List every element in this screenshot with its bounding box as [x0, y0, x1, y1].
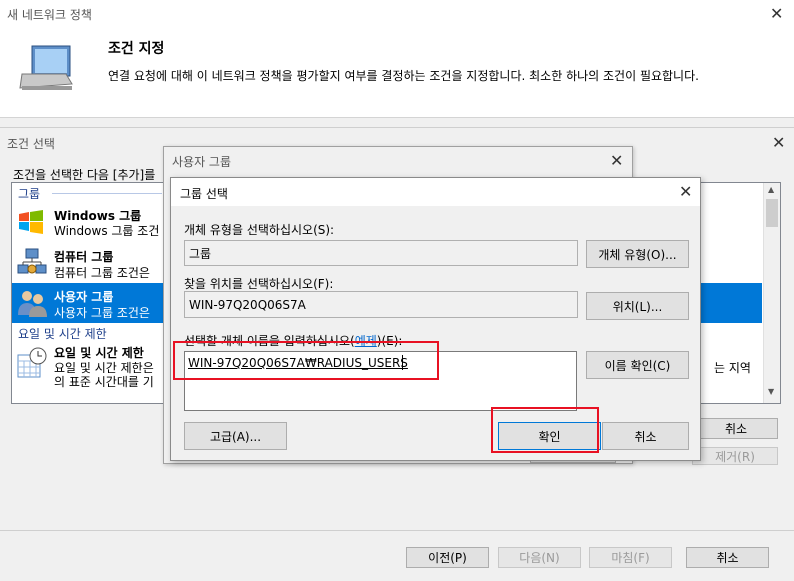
location-button[interactable]: 위치(L)... [586, 292, 689, 320]
wizard-prev-button[interactable]: 이전(P) [406, 547, 489, 568]
location-label: 찾을 위치를 선택하십시오(F): [184, 277, 334, 291]
network-policy-icon [18, 44, 78, 94]
group-header: 그룹 [18, 187, 41, 201]
wizard-finish-button[interactable]: 마침(F) [589, 547, 672, 568]
object-type-label: 개체 유형을 선택하십시오(S): [184, 223, 335, 237]
select-group-title: 그룹 선택 [180, 187, 228, 201]
user-group-dialog-close-icon[interactable]: ✕ [610, 153, 623, 169]
condition-item-windows-group[interactable]: Windows 그룹 Windows 그룹 조건 [12, 203, 162, 239]
cancel-button[interactable]: 취소 [602, 422, 689, 450]
wizard-header-panel [0, 0, 794, 118]
select-group-dialog: 그룹 선택 ✕ 개체 유형을 선택하십시오(S): 그룹 개체 유형(O)...… [170, 177, 701, 461]
computer-group-icon [16, 247, 48, 279]
condition-item-desc: Windows 그룹 조건 [54, 224, 160, 238]
condition-item-desc: 사용자 그룹 조건은 [54, 306, 150, 320]
condition-item-desc: 컴퓨터 그룹 조건은 [54, 266, 150, 280]
highlight-box-name-field [173, 341, 439, 380]
user-group-dialog-title: 사용자 그룹 [172, 155, 232, 169]
scroll-up-icon[interactable]: ▲ [768, 185, 774, 194]
condition-item-computer-group[interactable]: 컴퓨터 그룹 컴퓨터 그룹 조건은 [12, 243, 162, 283]
condition-dialog-title: 조건 선택 [7, 137, 55, 151]
scroll-down-icon[interactable]: ▼ [768, 387, 774, 396]
condition-item-title: 컴퓨터 그룹 [54, 250, 114, 264]
check-names-button[interactable]: 이름 확인(C) [586, 351, 689, 379]
group-header-line [52, 193, 162, 194]
wizard-cancel-button[interactable]: 취소 [686, 547, 769, 568]
condition-item-desc-right: 는 지역 [714, 361, 751, 375]
group-header: 요일 및 시간 제한 [18, 327, 107, 341]
highlight-box-ok-button [491, 407, 599, 453]
condition-cancel-button[interactable]: 취소 [694, 418, 778, 439]
calendar-clock-icon [16, 347, 48, 379]
wizard-heading: 조건 지정 [108, 41, 165, 57]
user-group-icon [16, 287, 48, 319]
object-type-button[interactable]: 개체 유형(O)... [586, 240, 689, 268]
select-group-close-icon[interactable]: ✕ [679, 184, 692, 200]
advanced-button[interactable]: 고급(A)... [184, 422, 287, 450]
object-type-field: 그룹 [184, 240, 578, 266]
condition-item-title: 사용자 그룹 [54, 290, 114, 304]
wizard-title: 새 네트워크 정책 [7, 8, 92, 22]
select-group-titlebar [171, 178, 700, 206]
wizard-description: 연결 요청에 대해 이 네트워크 정책을 평가할지 여부를 결정하는 조건을 지… [108, 69, 699, 83]
wizard-close-icon[interactable]: ✕ [770, 6, 783, 22]
wizard-next-button[interactable]: 다음(N) [498, 547, 581, 568]
condition-instruction: 조건을 선택한 다음 [추가]를 [13, 168, 156, 182]
condition-remove-button[interactable]: 제거(R) [692, 447, 778, 465]
condition-dialog-close-icon[interactable]: ✕ [772, 135, 785, 151]
condition-list-scrollbar[interactable]: ▲ ▼ [763, 183, 780, 403]
location-field: WIN-97Q20Q06S7A [184, 291, 578, 318]
scroll-thumb[interactable] [766, 199, 778, 227]
windows-logo-icon [16, 209, 46, 235]
condition-item-desc-line2: 의 표준 시간대를 기 [54, 375, 154, 389]
